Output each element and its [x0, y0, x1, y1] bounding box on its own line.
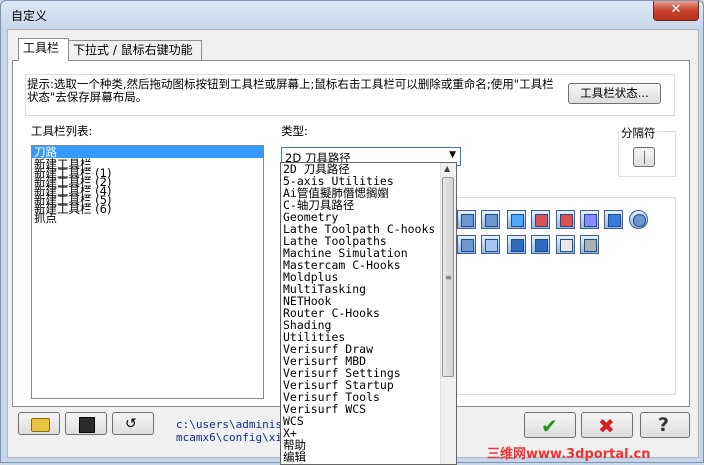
toolpath-facing-icon[interactable]	[507, 210, 526, 229]
toolpath-stock-icon[interactable]	[556, 235, 575, 254]
dropdown-option[interactable]: Verisurf WCS	[281, 403, 456, 415]
category-label: 类型:	[281, 124, 308, 138]
toolpath-circle-icon[interactable]	[629, 210, 648, 229]
dropdown-option[interactable]: 帮助	[281, 439, 456, 451]
open-button[interactable]	[18, 412, 60, 435]
toolbar-list-label: 工具栏列表:	[31, 124, 93, 138]
toolpath-surface-icon[interactable]	[457, 235, 476, 254]
cancel-button[interactable]: ✖	[581, 412, 633, 438]
dropdown-option[interactable]: X+	[281, 427, 456, 439]
toolpath-chamfer-icon[interactable]	[580, 210, 599, 229]
tab-dropdown-rightclick[interactable]: 下拉式 / 鼠标右键功能	[68, 40, 202, 60]
toolpath-pocket-icon[interactable]	[481, 210, 500, 229]
toolpath-contour-icon[interactable]	[457, 210, 476, 229]
scroll-up-icon[interactable]: ▲	[444, 164, 450, 173]
config-path-line2: mcamx6\config\xinl	[176, 431, 296, 444]
toolpath-slot-icon[interactable]	[556, 210, 575, 229]
grip-icon: ≡	[445, 273, 452, 282]
ok-button[interactable]: ✔	[524, 412, 576, 438]
scrollbar-thumb[interactable]: ≡	[442, 177, 454, 377]
toolpath-solid-icon[interactable]	[507, 235, 526, 254]
cancel-x-icon: ✖	[598, 414, 615, 438]
toolpath-fixture-icon[interactable]	[580, 235, 599, 254]
dropdown-option[interactable]: WCS	[281, 415, 456, 427]
chevron-down-icon[interactable]: ▼	[449, 150, 456, 160]
toolpath-block-icon[interactable]	[531, 235, 550, 254]
watermark-text: 三维网www.3dportal.cn	[487, 447, 651, 462]
list-item[interactable]: 新建工具栏 (6)	[32, 203, 263, 215]
separator-button[interactable]	[633, 147, 655, 167]
window-title: 自定义	[11, 9, 48, 23]
category-dropdown-list[interactable]: 2D 刀具路径 5-axis Utilities Ai管值擬肺僭愢搁嬼 C-轴刀具路径…	[280, 162, 457, 465]
reset-button[interactable]: ↺	[112, 412, 154, 435]
tab-toolbars[interactable]: 工具栏	[18, 38, 69, 61]
toolpath-drill-icon[interactable]	[531, 210, 550, 229]
dropdown-items: 2D 刀具路径 5-axis Utilities Ai管值擬肺僭愢搁嬼 C-轴刀具路径…	[281, 163, 456, 463]
toolpath-engrave-icon[interactable]	[604, 210, 623, 229]
toolbar-status-button[interactable]: 工具栏状态...	[568, 83, 661, 104]
separator-icon	[644, 151, 645, 164]
help-button[interactable]: ?	[640, 412, 690, 438]
dropdown-option[interactable]: 编辑	[281, 451, 456, 463]
toolbar-listbox[interactable]: 刀路 新建工具栏 新建工具栏 (1) 新建工具栏 (2) 新建工具栏 (4) 新…	[31, 145, 264, 399]
hint-text: 提示:选取一个种类,然后拖动图标按钮到工具栏或屏幕上;鼠标右击工具栏可以删除或重…	[27, 77, 554, 104]
folder-open-icon	[31, 418, 50, 432]
dropdown-scrollbar[interactable]: ▲ ≡	[440, 163, 456, 464]
save-button[interactable]	[65, 412, 107, 435]
config-path-line1: c:\users\administr	[176, 418, 296, 431]
separator-label: 分隔符	[619, 125, 658, 141]
floppy-disk-icon	[79, 417, 95, 433]
close-button[interactable]: ✕	[653, 1, 699, 21]
checkmark-icon: ✔	[541, 414, 558, 438]
question-mark-icon: ?	[658, 414, 670, 436]
undo-icon: ↺	[125, 416, 137, 432]
toolpath-transform-icon[interactable]	[481, 235, 500, 254]
title-bar[interactable]: 自定义 ✕	[1, 1, 703, 29]
